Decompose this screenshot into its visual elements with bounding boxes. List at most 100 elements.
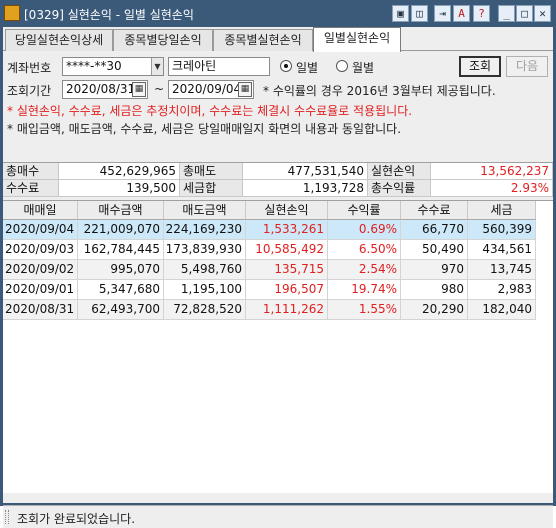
cell-realized-pnl: 135,715 bbox=[246, 260, 328, 280]
cell-return-rate: 19.74% bbox=[328, 280, 401, 300]
tab-bar: 당일실현손익상세 종목별당일손익 종목별실현손익 일별실현손익 bbox=[3, 27, 553, 52]
help-icon[interactable]: ? bbox=[473, 5, 490, 22]
cell-return-rate: 1.55% bbox=[328, 300, 401, 320]
tab-daily-realized-pnl[interactable]: 일별실현손익 bbox=[313, 27, 401, 52]
calendar-icon[interactable]: ▦ bbox=[238, 82, 252, 97]
window-title: [0329] 실현손익 - 일별 실현손익 bbox=[24, 8, 194, 22]
cell-sell-amount: 72,828,520 bbox=[164, 300, 246, 320]
app-window: [0329] 실현손익 - 일별 실현손익 ▣ ◫ ⇥ A? _ □ ✕ 당일실현손익상세 … bbox=[0, 0, 556, 528]
cell-tax: 2,983 bbox=[468, 280, 536, 300]
radio-monthly-label[interactable]: 월별 bbox=[352, 59, 374, 76]
column-header-tax[interactable]: 세금 bbox=[468, 201, 536, 220]
account-value: ****-**30 bbox=[66, 59, 122, 73]
radio-monthly[interactable] bbox=[336, 60, 348, 72]
cell-buy-amount: 162,784,445 bbox=[78, 240, 164, 260]
cell-realized-pnl: 1,111,262 bbox=[246, 300, 328, 320]
restore-layout-icon[interactable]: ▣ bbox=[392, 5, 409, 22]
account-name-field: 크레아틴 bbox=[168, 57, 270, 76]
daily-pnl-table[interactable]: 매매일 매수금액 매도금액 실현손익 수익률 수수료 세금 2020/09/04 221,009… bbox=[3, 200, 553, 493]
cell-tax: 13,745 bbox=[468, 260, 536, 280]
cell-buy-amount: 221,009,070 bbox=[78, 220, 164, 240]
cell-trade-date: 2020/09/01 bbox=[3, 280, 78, 300]
cell-sell-amount: 1,195,100 bbox=[164, 280, 246, 300]
column-header-fee[interactable]: 수수료 bbox=[401, 201, 468, 220]
radio-daily[interactable] bbox=[280, 60, 292, 72]
period-label: 조회기간 bbox=[7, 84, 52, 98]
total-buy-label: 총매수 bbox=[3, 163, 59, 180]
cell-return-rate: 0.69% bbox=[328, 220, 401, 240]
cell-fee: 970 bbox=[401, 260, 468, 280]
app-icon bbox=[4, 5, 20, 21]
realized-label: 실현손익 bbox=[368, 163, 431, 180]
start-date-value: 2020/08/31 bbox=[66, 82, 136, 96]
end-date-value: 2020/09/04 bbox=[172, 82, 242, 96]
notice-same-content: * 매입금액, 매도금액, 수수료, 세금은 당일매매일지 화면의 내용과 동일… bbox=[7, 122, 402, 136]
maximize-icon[interactable]: □ bbox=[516, 5, 533, 22]
close-icon[interactable]: ✕ bbox=[534, 5, 551, 22]
column-header-buy-amount[interactable]: 매수금액 bbox=[78, 201, 164, 220]
account-label: 계좌번호 bbox=[7, 61, 52, 75]
realized-value: 13,562,237 bbox=[431, 163, 553, 180]
chevron-down-icon[interactable]: ▼ bbox=[151, 58, 163, 75]
column-header-sell-amount[interactable]: 매도금액 bbox=[164, 201, 246, 220]
cell-fee: 66,770 bbox=[401, 220, 468, 240]
cell-buy-amount: 5,347,680 bbox=[78, 280, 164, 300]
column-header-return-rate[interactable]: 수익률 bbox=[328, 201, 401, 220]
return-label: 총수익률 bbox=[368, 180, 431, 197]
cell-tax: 434,561 bbox=[468, 240, 536, 260]
status-bar: 조회가 완료되었습니다. bbox=[3, 505, 553, 528]
cell-sell-amount: 5,498,760 bbox=[164, 260, 246, 280]
cell-realized-pnl: 10,585,492 bbox=[246, 240, 328, 260]
total-sell-value: 477,531,540 bbox=[243, 163, 368, 180]
total-buy-value: 452,629,965 bbox=[59, 163, 180, 180]
cell-trade-date: 2020/08/31 bbox=[3, 300, 78, 320]
fee-label: 수수료 bbox=[3, 180, 59, 197]
grip-icon bbox=[5, 510, 9, 524]
tab-stock-realized-pnl[interactable]: 종목별실현손익 bbox=[213, 29, 313, 51]
tab-stock-daily-pnl[interactable]: 종목별당일손익 bbox=[113, 29, 213, 51]
query-button[interactable]: 조회 bbox=[459, 56, 501, 77]
summary-panel: 총매수 452,629,965 총매도 477,531,540 실현손익 13,… bbox=[3, 162, 553, 197]
calendar-icon[interactable]: ▦ bbox=[132, 82, 146, 97]
window-icon[interactable]: ◫ bbox=[411, 5, 428, 22]
cell-fee: 50,490 bbox=[401, 240, 468, 260]
tax-label: 세금합 bbox=[180, 180, 243, 197]
cell-realized-pnl: 1,533,261 bbox=[246, 220, 328, 240]
end-date-field[interactable]: 2020/09/04 ▦ bbox=[168, 80, 254, 99]
cell-buy-amount: 995,070 bbox=[78, 260, 164, 280]
title-bar[interactable]: [0329] 실현손익 - 일별 실현손익 ▣ ◫ ⇥ A? _ □ ✕ bbox=[0, 0, 556, 27]
minimize-icon[interactable]: _ bbox=[498, 5, 515, 22]
cell-trade-date: 2020/09/02 bbox=[3, 260, 78, 280]
tab-daily-realized-detail[interactable]: 당일실현손익상세 bbox=[5, 29, 113, 51]
radio-daily-label[interactable]: 일별 bbox=[296, 59, 318, 76]
start-date-field[interactable]: 2020/08/31 ▦ bbox=[62, 80, 148, 99]
next-button[interactable]: 다음 bbox=[506, 56, 548, 77]
notice-return-rate: * 수익률의 경우 2016년 3월부터 제공됩니다. bbox=[263, 84, 496, 98]
notice-estimate: * 실현손익, 수수료, 세금은 추정치이며, 수수료는 체결시 수수료율로 적… bbox=[7, 104, 413, 118]
pin-icon[interactable]: ⇥ bbox=[434, 5, 451, 22]
status-message: 조회가 완료되었습니다. bbox=[17, 512, 136, 526]
cell-trade-date: 2020/09/03 bbox=[3, 240, 78, 260]
column-header-trade-date[interactable]: 매매일 bbox=[3, 201, 78, 220]
client-area: 당일실현손익상세 종목별당일손익 종목별실현손익 일별실현손익 계좌번호 ***… bbox=[3, 27, 553, 528]
account-select[interactable]: ****-**30 ▼ bbox=[62, 57, 164, 76]
cell-fee: 20,290 bbox=[401, 300, 468, 320]
cell-realized-pnl: 196,507 bbox=[246, 280, 328, 300]
cell-sell-amount: 173,839,930 bbox=[164, 240, 246, 260]
tax-value: 1,193,728 bbox=[243, 180, 368, 197]
cell-buy-amount: 62,493,700 bbox=[78, 300, 164, 320]
main-panel: 계좌번호 ****-**30 ▼ 크레아틴 일별 월별 조회 다음 조회기간 2… bbox=[3, 52, 553, 528]
cell-fee: 980 bbox=[401, 280, 468, 300]
return-value: 2.93% bbox=[431, 180, 553, 197]
cell-tax: 182,040 bbox=[468, 300, 536, 320]
cell-tax: 560,399 bbox=[468, 220, 536, 240]
total-sell-label: 총매도 bbox=[180, 163, 243, 180]
cell-return-rate: 2.54% bbox=[328, 260, 401, 280]
fee-value: 139,500 bbox=[59, 180, 180, 197]
font-icon[interactable]: A bbox=[453, 5, 470, 22]
cell-sell-amount: 224,169,230 bbox=[164, 220, 246, 240]
column-header-realized-pnl[interactable]: 실현손익 bbox=[246, 201, 328, 220]
period-separator: ~ bbox=[154, 82, 165, 96]
cell-return-rate: 6.50% bbox=[328, 240, 401, 260]
cell-trade-date: 2020/09/04 bbox=[3, 220, 78, 240]
